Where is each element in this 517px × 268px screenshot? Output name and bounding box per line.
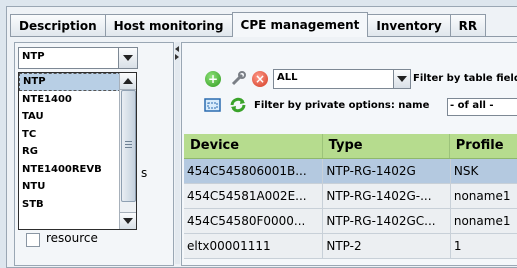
cell-type: NTP-RG-1402G xyxy=(323,159,451,183)
chevron-down-icon xyxy=(123,55,133,61)
table-row[interactable]: 454C54581A002E... NTP-RG-1402G-... nonam… xyxy=(184,184,517,209)
cell-profile: 1 xyxy=(451,234,517,258)
tab-host-monitoring[interactable]: Host monitoring xyxy=(104,14,233,37)
filter-by-private-label: Filter by private options: name xyxy=(254,100,430,111)
arrow-up-icon xyxy=(123,78,133,84)
wrench-icon xyxy=(231,71,246,86)
scroll-thumb[interactable] xyxy=(121,90,136,202)
cell-type: NTP-RG-1402G-... xyxy=(323,184,451,208)
scroll-up-button[interactable] xyxy=(120,73,136,90)
window-icon xyxy=(204,98,221,112)
filter-by-table-label: Filter by table field xyxy=(413,73,517,84)
grip-line xyxy=(125,147,132,148)
cell-profile: noname1 xyxy=(451,184,517,208)
refresh-icon xyxy=(230,97,246,113)
table-row[interactable]: 454C545806001B... NTP-RG-1402G NSK xyxy=(184,159,517,184)
cell-profile: NSK xyxy=(451,159,517,183)
cell-device: eltx00001111 xyxy=(184,234,324,258)
cell-device: 454C54581A002E... xyxy=(184,184,324,208)
column-header-type[interactable]: Type xyxy=(323,134,450,158)
tree-item-resource[interactable]: resource xyxy=(46,231,98,245)
grip-line xyxy=(125,141,132,142)
column-header-device[interactable]: Device xyxy=(184,134,323,158)
status-filter-dropdown-button[interactable] xyxy=(393,70,410,88)
tree-item-partial[interactable]: s xyxy=(141,166,147,180)
status-filter-value: ALL xyxy=(277,72,298,83)
expand-right-icon[interactable] xyxy=(175,54,179,60)
status-filter-select[interactable]: ALL xyxy=(273,69,411,89)
device-type-select[interactable]: NTP xyxy=(18,47,138,69)
panel-splitter[interactable] xyxy=(175,42,180,264)
scroll-down-button[interactable] xyxy=(120,212,136,229)
cpe-table: Device Type Profile 454C545806001B... NT… xyxy=(184,134,517,259)
device-type-dropdown-button[interactable] xyxy=(118,48,137,68)
settings-button[interactable] xyxy=(228,69,248,89)
table-header: Device Type Profile xyxy=(184,134,517,159)
table-row[interactable]: eltx00001111 NTP-2 1 xyxy=(184,234,517,259)
tab-inventory[interactable]: Inventory xyxy=(367,14,451,37)
tab-cpe-management[interactable]: CPE management xyxy=(231,12,369,37)
cell-profile: noname1 xyxy=(451,209,517,233)
delete-button[interactable]: × xyxy=(250,69,270,89)
private-option-select[interactable]: - of all - xyxy=(447,98,517,116)
add-icon: + xyxy=(205,71,221,87)
delete-icon: × xyxy=(252,71,268,87)
grip-line xyxy=(125,144,132,145)
table-row[interactable]: 454C54580F0000... NTP-RG-1402GC... nonam… xyxy=(184,209,517,234)
tab-rr[interactable]: RR xyxy=(449,14,487,37)
refresh-button[interactable] xyxy=(228,95,248,115)
cell-device: 454C545806001B... xyxy=(184,159,324,183)
folder-icon xyxy=(26,233,40,247)
tab-bar: Description Host monitoring CPE manageme… xyxy=(10,12,487,37)
column-header-profile[interactable]: Profile xyxy=(450,134,517,158)
view-button[interactable] xyxy=(203,95,223,115)
dropdown-scrollbar[interactable] xyxy=(119,73,136,229)
cell-type: NTP-RG-1402GC... xyxy=(323,209,451,233)
chevron-down-icon xyxy=(397,76,407,82)
private-option-value: - of all - xyxy=(450,100,494,111)
add-button[interactable]: + xyxy=(203,69,223,89)
collapse-left-icon[interactable] xyxy=(175,46,179,52)
device-type-dropdown-list: NTP NTE1400 TAU TC RG NTE1400REVB NTU ST… xyxy=(18,72,137,230)
cell-device: 454C54580F0000... xyxy=(184,209,324,233)
device-type-value: NTP xyxy=(22,51,45,62)
cell-type: NTP-2 xyxy=(323,234,451,258)
tab-description[interactable]: Description xyxy=(10,14,106,37)
arrow-down-icon xyxy=(123,218,133,224)
